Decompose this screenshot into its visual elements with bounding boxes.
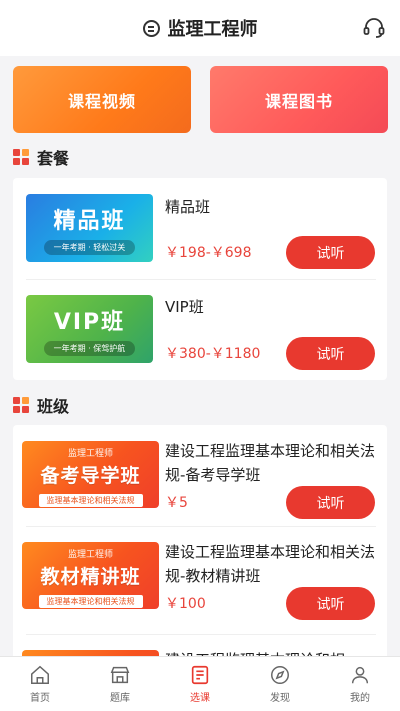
tab-label: 我的	[350, 693, 370, 704]
packages-header: 套餐	[13, 145, 69, 169]
course-video-card[interactable]: 课程视频	[13, 66, 191, 133]
trial-listen-button[interactable]: 试听	[286, 337, 375, 370]
thumbnail-title: 精品班	[53, 209, 126, 234]
thumbnail-tagline: 一年考期 · 轻松过关	[43, 240, 136, 255]
profile-icon	[351, 666, 369, 684]
trial-listen-button[interactable]: 试听	[286, 486, 375, 519]
thumbnail-brand: 监理工程师	[67, 550, 113, 560]
title-switcher[interactable]: 监理工程师	[142, 15, 258, 41]
class-thumbnail: 监理工程师 备考导学班 监理基本理论和相关法规	[22, 441, 159, 508]
class-price: ￥100	[165, 596, 206, 612]
discover-icon	[271, 666, 289, 684]
package-name: VIP班	[165, 298, 204, 316]
store-icon	[110, 666, 130, 684]
grid-icon	[13, 149, 29, 165]
classes-card: 监理工程师 备考导学班 监理基本理论和相关法规 建设工程监理基本理论和相关法规-…	[13, 425, 387, 665]
package-name: 精品班	[165, 198, 211, 216]
package-price: ￥198-￥698	[165, 245, 252, 261]
customer-service-icon[interactable]	[362, 16, 386, 40]
course-book-card[interactable]: 课程图书	[210, 66, 388, 133]
tab-question-bank[interactable]: 题库	[80, 657, 160, 711]
section-title: 班级	[37, 397, 70, 416]
thumbnail-title: 备考导学班	[40, 465, 141, 487]
page-title: 监理工程师	[167, 19, 258, 40]
package-thumbnail: 精品班 一年考期 · 轻松过关	[26, 194, 153, 262]
package-price: ￥380-￥1180	[165, 346, 261, 362]
package-item[interactable]: VIP班 一年考期 · 保驾护航 VIP班 ￥380-￥1180 试听	[13, 279, 387, 380]
package-thumbnail: VIP班 一年考期 · 保驾护航	[26, 295, 153, 363]
category-row: 课程视频 课程图书	[13, 66, 388, 133]
tab-home[interactable]: 首页	[0, 657, 80, 711]
tab-label: 首页	[30, 693, 50, 704]
class-name: 建设工程监理基本理论和相关法规-教材精讲班	[165, 543, 376, 585]
bottom-tab-bar: 首页 题库 选课 发现 我的	[0, 656, 400, 711]
class-price: ￥5	[165, 495, 188, 511]
course-icon	[191, 665, 209, 685]
packages-card: 精品班 一年考期 · 轻松过关 精品班 ￥198-￥698 试听 VIP班 一年…	[13, 178, 387, 380]
class-item[interactable]: 监理工程师 备考导学班 监理基本理论和相关法规 建设工程监理基本理论和相关法规-…	[13, 425, 387, 526]
home-icon	[31, 665, 49, 684]
classes-header: 班级	[13, 393, 69, 417]
trial-listen-button[interactable]: 试听	[286, 587, 375, 620]
tab-course-select[interactable]: 选课	[160, 657, 240, 711]
class-name: 建设工程监理基本理论和相关法规-备考导学班	[165, 442, 376, 484]
top-bar: 监理工程师	[0, 0, 400, 56]
thumbnail-title: 教材精讲班	[40, 566, 141, 588]
thumbnail-title: VIP班	[53, 310, 126, 335]
section-title: 套餐	[37, 149, 70, 168]
tab-label: 题库	[110, 693, 130, 704]
tab-label: 发现	[270, 693, 290, 704]
tab-profile[interactable]: 我的	[320, 657, 400, 711]
tab-label: 选课	[190, 693, 210, 704]
thumbnail-band: 监理基本理论和相关法规	[38, 494, 143, 507]
thumbnail-brand: 监理工程师	[67, 449, 113, 459]
class-item[interactable]: 监理工程师 教材精讲班 监理基本理论和相关法规 建设工程监理基本理论和相关法规-…	[13, 526, 387, 634]
class-thumbnail: 监理工程师 教材精讲班 监理基本理论和相关法规	[22, 542, 159, 609]
package-item[interactable]: 精品班 一年考期 · 轻松过关 精品班 ￥198-￥698 试听	[13, 178, 387, 279]
switch-subject-icon[interactable]	[142, 19, 160, 37]
grid-icon	[13, 397, 29, 413]
tab-discover[interactable]: 发现	[240, 657, 320, 711]
trial-listen-button[interactable]: 试听	[286, 236, 375, 269]
thumbnail-band: 监理基本理论和相关法规	[38, 595, 143, 608]
thumbnail-tagline: 一年考期 · 保驾护航	[43, 341, 136, 356]
